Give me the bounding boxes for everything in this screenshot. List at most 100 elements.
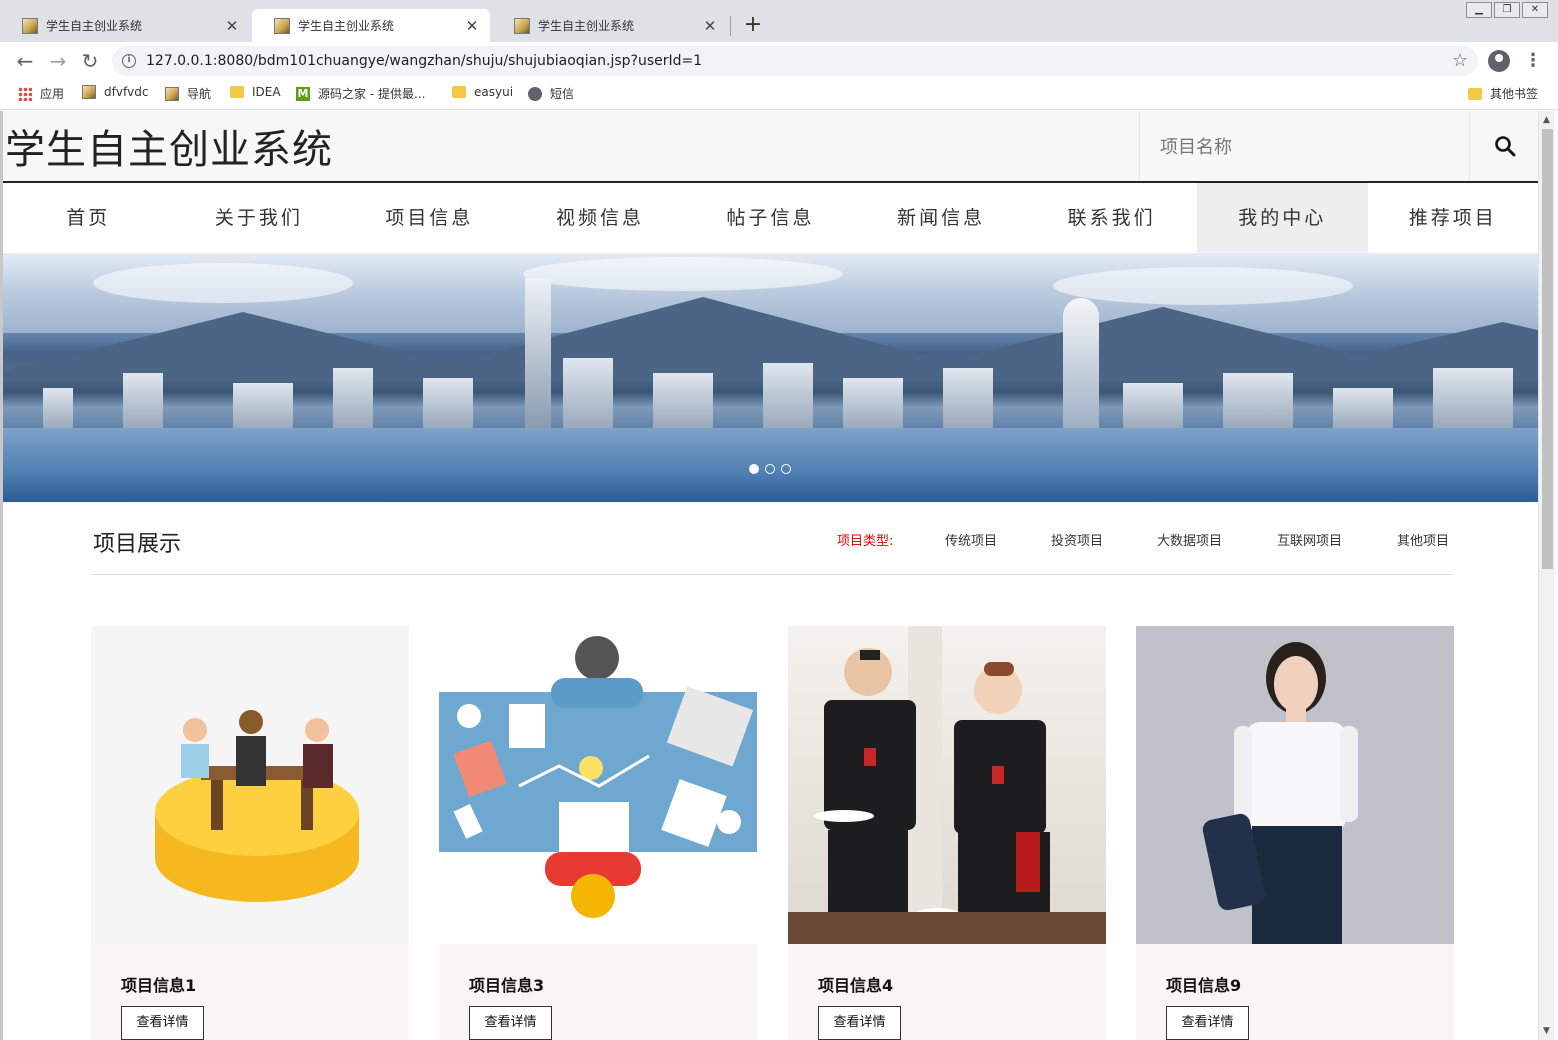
page-favicon-icon: [274, 17, 290, 34]
page-favicon-icon: [22, 17, 38, 34]
page-icon: [165, 86, 179, 101]
browser-tab-1[interactable]: 学生自主创业系统 ✕: [0, 9, 250, 42]
page-scrollbar[interactable]: ▲ ▼: [1538, 111, 1555, 1040]
minimize-icon[interactable]: ▁: [1466, 2, 1492, 18]
cloud: [1053, 267, 1353, 305]
project-title: 项目信息1: [121, 976, 197, 995]
carousel-dot-1[interactable]: [749, 464, 759, 474]
apps-icon: [18, 86, 32, 101]
bookmark-easyui[interactable]: easyui: [452, 85, 513, 99]
nav-about[interactable]: 关于我们: [174, 183, 345, 253]
bookmark-idea[interactable]: IDEA: [230, 85, 281, 99]
bookmark-yuanma[interactable]: M 源码之家 - 提供最...: [296, 85, 425, 102]
section-title: 项目展示: [93, 532, 182, 557]
uniform-photo-icon: [788, 626, 1106, 944]
carousel-dot-3[interactable]: [781, 464, 791, 474]
nav-recommended[interactable]: 推荐项目: [1368, 183, 1539, 253]
nav-my-center[interactable]: 我的中心: [1196, 183, 1368, 253]
type-filter-bigdata[interactable]: 大数据项目: [1157, 530, 1222, 549]
project-card: 项目信息1 查看详情: [91, 626, 409, 1040]
view-details-button[interactable]: 查看详情: [469, 1006, 552, 1040]
main-nav: 首页 关于我们 项目信息 视频信息 帖子信息 新闻信息 联系我们 我的中心 推荐…: [3, 183, 1538, 253]
project-section-header: 项目展示 项目类型: 传统项目 投资项目 大数据项目 互联网项目 其他项目: [91, 502, 1453, 575]
scrollbar-thumb[interactable]: [1542, 129, 1553, 569]
close-icon[interactable]: ✕: [224, 17, 240, 35]
globe-icon: [528, 86, 542, 101]
project-image-business[interactable]: [1136, 626, 1454, 944]
bookmarks-bar: 应用 dfvfvdc 导航 IDEA M 源码之家 - 提供最... easyu…: [0, 80, 1558, 110]
bookmark-sms[interactable]: 短信: [528, 85, 574, 102]
bookmark-label: 应用: [40, 87, 65, 101]
browser-tabbar: 学生自主创业系统 ✕ 学生自主创业系统 ✕ 学生自主创业系统 ✕ + ▁ ❐ ✕: [0, 0, 1558, 42]
bookmark-label: IDEA: [252, 85, 281, 99]
folder-icon: [230, 86, 244, 98]
tab-separator: [730, 16, 731, 36]
close-icon[interactable]: ✕: [702, 17, 718, 35]
scroll-down-arrow-icon[interactable]: ▼: [1543, 1026, 1550, 1036]
new-tab-button[interactable]: +: [741, 12, 765, 38]
bookmark-label: dfvfvdc: [104, 85, 149, 99]
cloud: [93, 263, 353, 303]
back-arrow-icon[interactable]: ←: [12, 49, 38, 73]
type-filter-internet[interactable]: 互联网项目: [1277, 530, 1342, 549]
search-button[interactable]: [1469, 111, 1538, 181]
nav-videos[interactable]: 视频信息: [515, 183, 686, 253]
address-bar[interactable]: i 127.0.0.1:8080/bdm101chuangye/wangzhan…: [112, 46, 1478, 76]
bookmark-label: 导航: [187, 87, 212, 101]
bookmark-label: 短信: [550, 87, 575, 101]
type-filter-investment[interactable]: 投资项目: [1051, 530, 1103, 549]
nav-posts[interactable]: 帖子信息: [685, 183, 856, 253]
city-skyline: [3, 278, 1538, 428]
business-photo-icon: [1202, 642, 1358, 944]
bookmark-dfvfvdc[interactable]: dfvfvdc: [82, 85, 148, 99]
nav-contact[interactable]: 联系我们: [1026, 183, 1197, 253]
carousel-indicators: [749, 464, 797, 474]
bookmark-nav[interactable]: 导航: [165, 85, 211, 102]
project-type-label: 项目类型:: [837, 534, 894, 549]
project-card: 项目信息9 查看详情: [1136, 626, 1454, 1040]
nav-news[interactable]: 新闻信息: [856, 183, 1027, 253]
project-image-meeting[interactable]: [91, 626, 409, 944]
other-bookmarks[interactable]: 其他书签: [1468, 85, 1538, 102]
project-title: 项目信息4: [818, 976, 894, 995]
folder-icon: [452, 86, 466, 98]
restore-icon[interactable]: ❐: [1494, 2, 1520, 18]
nav-projects[interactable]: 项目信息: [344, 183, 515, 253]
project-card: 项目信息3 查看详情: [439, 626, 757, 1040]
m-site-icon: M: [296, 86, 310, 101]
meeting-illustration-icon: [155, 710, 359, 902]
nav-home[interactable]: 首页: [3, 183, 174, 253]
project-title: 项目信息9: [1166, 976, 1242, 995]
type-filter-traditional[interactable]: 传统项目: [945, 530, 997, 549]
search-input[interactable]: 项目名称: [1139, 111, 1469, 181]
project-image-teamwork[interactable]: [439, 626, 757, 944]
tab-title: 学生自主创业系统: [538, 19, 635, 33]
view-details-button[interactable]: 查看详情: [121, 1006, 204, 1040]
bookmark-apps[interactable]: 应用: [18, 85, 64, 102]
view-details-button[interactable]: 查看详情: [1166, 1006, 1249, 1040]
bookmark-star-icon[interactable]: ☆: [1452, 50, 1468, 71]
carousel-dot-2[interactable]: [765, 464, 775, 474]
browser-tab-2[interactable]: 学生自主创业系统 ✕: [252, 9, 490, 42]
page-favicon-icon: [514, 17, 530, 34]
search-icon: [1495, 136, 1516, 157]
url-text[interactable]: 127.0.0.1:8080/bdm101chuangye/wangzhan/s…: [146, 53, 702, 69]
close-icon[interactable]: ✕: [464, 17, 480, 35]
reload-icon[interactable]: ↻: [77, 49, 103, 73]
bookmark-label: 其他书签: [1490, 87, 1539, 101]
browser-menu-icon[interactable]: ⋮: [1524, 50, 1542, 72]
scroll-up-arrow-icon[interactable]: ▲: [1543, 115, 1550, 125]
forward-arrow-icon[interactable]: →: [45, 49, 71, 73]
page-icon: [82, 85, 96, 99]
profile-avatar-icon[interactable]: [1488, 50, 1510, 72]
site-title: 学生自主创业系统: [5, 127, 333, 173]
project-image-uniform[interactable]: [788, 626, 1106, 944]
site-info-icon[interactable]: i: [122, 54, 136, 68]
window-close-icon[interactable]: ✕: [1522, 2, 1548, 18]
view-details-button[interactable]: 查看详情: [818, 1006, 901, 1040]
banner-carousel[interactable]: [3, 253, 1538, 502]
folder-icon: [1468, 87, 1482, 100]
page-viewport: 学生自主创业系统 项目名称 首页 关于我们 项目信息 视频信息 帖子信息 新闻信…: [0, 111, 1558, 1040]
browser-tab-3[interactable]: 学生自主创业系统 ✕: [492, 9, 728, 42]
type-filter-other[interactable]: 其他项目: [1397, 530, 1449, 549]
